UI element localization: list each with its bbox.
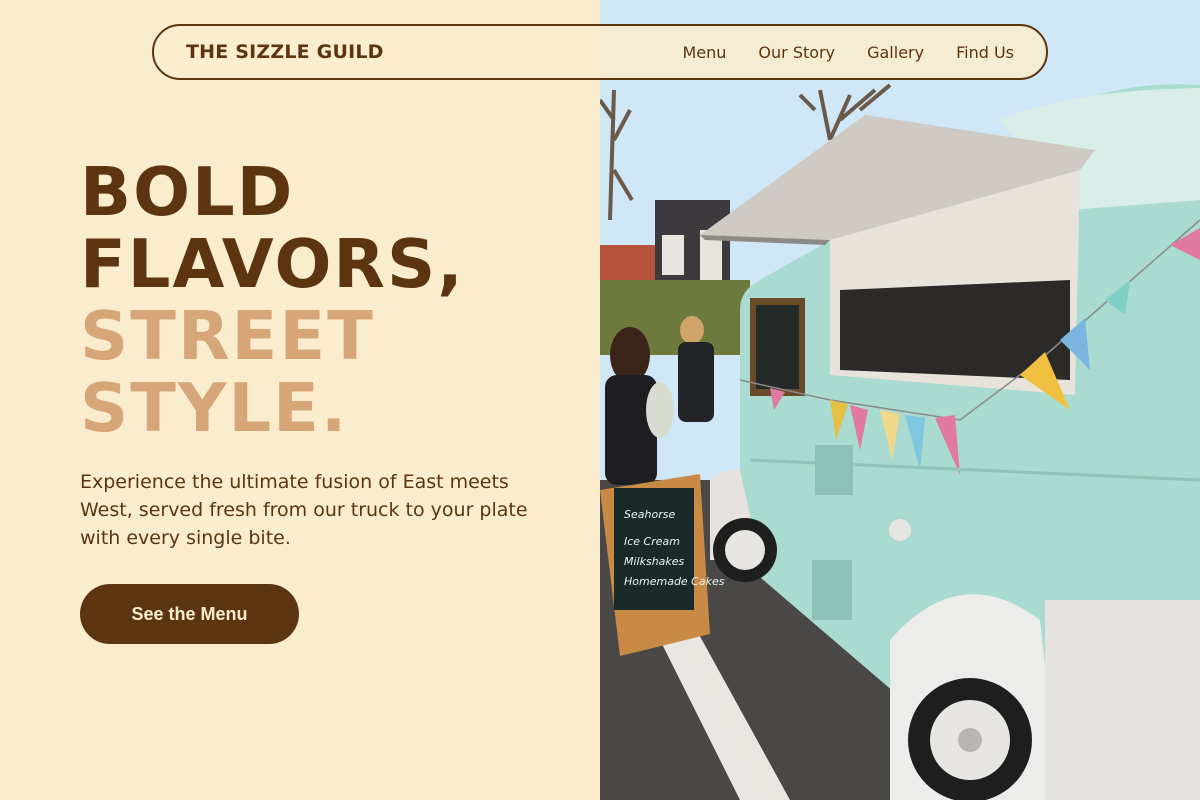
see-menu-button[interactable]: See the Menu	[80, 584, 299, 644]
hero-image: Seahorse Ice Cream Milkshakes Homemade C…	[600, 0, 1200, 800]
nav-link-menu[interactable]: Menu	[682, 43, 726, 62]
brand-logo[interactable]: THE SIZZLE GUILD	[186, 41, 384, 63]
top-navbar: THE SIZZLE GUILD Menu Our Story Gallery …	[152, 24, 1048, 80]
headline-line-1: BOLD	[80, 153, 295, 231]
food-truck-photo: Seahorse Ice Cream Milkshakes Homemade C…	[600, 0, 1200, 800]
nav-link-our-story[interactable]: Our Story	[758, 43, 835, 62]
nav-link-find-us[interactable]: Find Us	[956, 43, 1014, 62]
hero-panel: BOLD FLAVORS, STREET STYLE. Experience t…	[0, 0, 600, 800]
headline-line-2: FLAVORS,	[80, 225, 465, 303]
hero-headline: BOLD FLAVORS, STREET STYLE.	[80, 156, 465, 444]
hero-subtitle: Experience the ultimate fusion of East m…	[80, 471, 528, 549]
svg-text:Seahorse: Seahorse	[624, 508, 675, 521]
nav-links: Menu Our Story Gallery Find Us	[682, 43, 1014, 62]
svg-text:Homemade Cakes: Homemade Cakes	[624, 575, 725, 588]
svg-text:Milkshakes: Milkshakes	[624, 555, 685, 568]
headline-line-4: STYLE.	[80, 369, 349, 447]
nav-link-gallery[interactable]: Gallery	[867, 43, 924, 62]
svg-text:Ice Cream: Ice Cream	[624, 535, 680, 548]
headline-line-3: STREET	[80, 297, 375, 375]
